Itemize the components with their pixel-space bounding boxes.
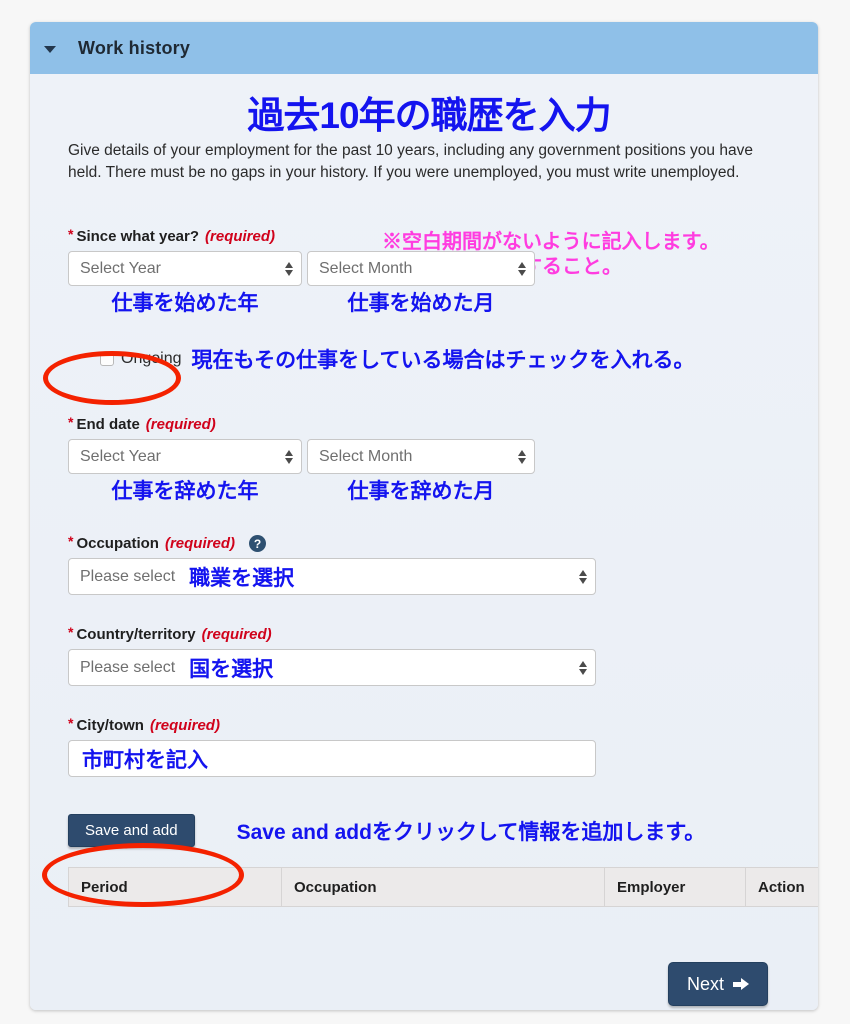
occupation-note: 職業を選択	[189, 566, 295, 590]
end-month-note: 仕事を辞めた月	[347, 480, 495, 503]
city-label: * City/town (required)	[68, 714, 790, 735]
occupation-label-text: Occupation	[76, 535, 159, 552]
column-header-occupation: Occupation	[281, 867, 605, 907]
since-year-required-text: (required)	[205, 228, 276, 245]
city-value: 市町村を記入	[82, 748, 208, 772]
intro-paragraph: Give details of your employment for the …	[68, 142, 753, 181]
chevron-updown-icon	[285, 449, 293, 464]
chevron-updown-icon	[285, 261, 293, 276]
since-month-note: 仕事を始めた月	[347, 292, 495, 315]
question-mark-icon[interactable]: ?	[248, 535, 266, 552]
country-note: 国を選択	[189, 657, 274, 681]
required-star: *	[68, 532, 74, 549]
city-input[interactable]: 市町村を記入	[68, 740, 596, 777]
required-star: *	[68, 413, 74, 430]
required-star: *	[68, 623, 74, 640]
occupation-placeholder: Please select	[80, 567, 176, 585]
required-star: *	[68, 225, 74, 242]
column-header-period: Period	[68, 867, 282, 907]
next-label: Next	[686, 973, 724, 994]
save-and-add-label: Save and add	[85, 822, 178, 839]
end-month-placeholder: Select Month	[319, 447, 413, 465]
since-year-select[interactable]: Select Year	[68, 251, 302, 286]
work-history-table: Period Occupation Employer Action	[68, 867, 818, 907]
since-month-select[interactable]: Select Month	[307, 251, 535, 286]
since-year-label-text: Since what year?	[76, 228, 200, 245]
end-month-select[interactable]: Select Month	[307, 439, 535, 474]
country-label: * Country/territory (required)	[68, 623, 790, 644]
end-year-note: 仕事を辞めた年	[111, 480, 259, 503]
city-required-text: (required)	[149, 717, 220, 734]
since-year-placeholder: Select Year	[80, 259, 161, 277]
save-add-note: Save and addをクリックして情報を追加します。	[236, 820, 706, 844]
country-select[interactable]: Please select 国を選択	[68, 649, 596, 686]
table-header-row: Period Occupation Employer Action	[68, 867, 818, 907]
country-label-text: Country/territory	[76, 626, 196, 643]
chevron-updown-icon	[518, 261, 526, 276]
chevron-updown-icon	[579, 660, 587, 675]
since-month-placeholder: Select Month	[319, 259, 413, 277]
panel-title: Work history	[78, 37, 191, 58]
country-required-text: (required)	[201, 626, 272, 643]
since-year-note: 仕事を始めた年	[111, 292, 259, 315]
occupation-select[interactable]: Please select 職業を選択	[68, 558, 596, 595]
work-history-panel: Work history 過去10年の職歴を入力 Give details of…	[30, 22, 818, 1010]
city-label-text: City/town	[76, 717, 144, 734]
next-button[interactable]: Next	[667, 962, 768, 1006]
end-year-placeholder: Select Year	[80, 447, 161, 465]
end-date-label-text: End date	[76, 416, 140, 433]
end-date-required-text: (required)	[145, 416, 216, 433]
arrow-right-icon	[733, 977, 749, 991]
end-year-select[interactable]: Select Year	[68, 439, 302, 474]
panel-header[interactable]: Work history	[30, 22, 818, 74]
ongoing-checkbox[interactable]	[100, 352, 114, 366]
occupation-required-text: (required)	[164, 535, 235, 552]
panel-body: 過去10年の職歴を入力 Give details of your employm…	[30, 74, 818, 1010]
save-and-add-button[interactable]: Save and add	[68, 814, 195, 847]
country-placeholder: Please select	[80, 658, 176, 676]
column-header-employer: Employer	[604, 867, 746, 907]
ongoing-label[interactable]: Ongoing	[121, 350, 182, 368]
caret-down-icon[interactable]	[44, 45, 56, 53]
chevron-updown-icon	[518, 449, 526, 464]
ongoing-note: 現在もその仕事をしている場合はチェックを入れる。	[191, 349, 695, 372]
required-star: *	[68, 714, 74, 731]
end-date-label: * End date (required)	[68, 413, 790, 434]
occupation-label: * Occupation (required) ?	[68, 532, 790, 552]
page-title-jp: 過去10年の職歴を入力	[247, 95, 611, 136]
column-header-action: Action	[745, 867, 818, 907]
chevron-updown-icon	[579, 569, 587, 584]
